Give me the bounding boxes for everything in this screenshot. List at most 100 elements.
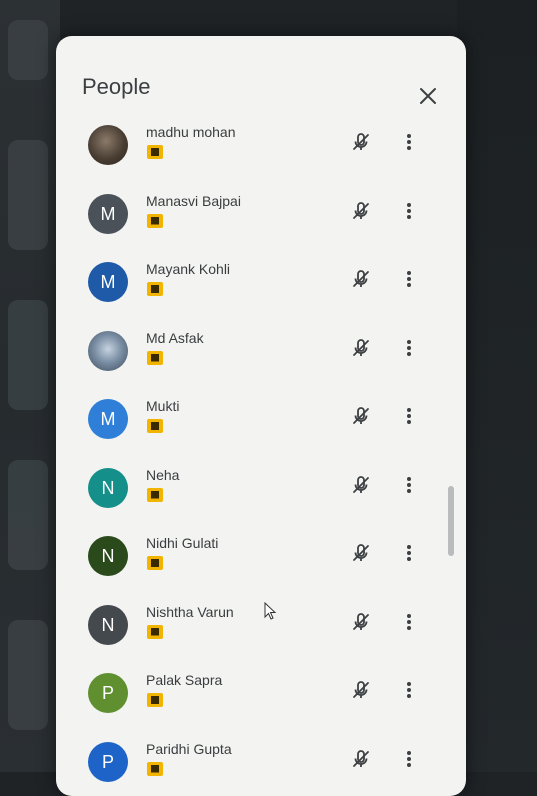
participant-name: Mukti: [146, 398, 179, 414]
presenter-badge-icon: [147, 762, 163, 776]
more-dot: [407, 757, 411, 761]
mic-off-icon: [349, 336, 373, 360]
background-tile: [8, 140, 48, 250]
background-tile: [8, 20, 48, 80]
participant-row[interactable]: N Neha: [56, 455, 448, 524]
mute-toggle-button[interactable]: [349, 473, 373, 497]
more-options-button[interactable]: [402, 130, 416, 154]
more-options-button[interactable]: [402, 678, 416, 702]
people-panel: People madhu mohan M Manasvi Bajpai MMayank…: [56, 36, 466, 796]
more-dot: [407, 346, 411, 350]
more-dot: [407, 614, 411, 618]
mute-toggle-button[interactable]: [349, 541, 373, 565]
avatar: N: [88, 605, 128, 645]
mic-off-icon: [349, 473, 373, 497]
participant-row[interactable]: N Nidhi Gulati: [56, 523, 448, 592]
presenter-badge-icon: [147, 282, 163, 296]
more-dot: [407, 694, 411, 698]
more-options-button[interactable]: [402, 336, 416, 360]
mute-toggle-button[interactable]: [349, 267, 373, 291]
more-dot: [407, 551, 411, 555]
more-dot: [407, 420, 411, 424]
background-left-strip: [0, 0, 60, 772]
participant-list: madhu mohanMManasvi BajpaiMMayank KohliM…: [56, 112, 448, 796]
more-dot: [407, 557, 411, 561]
more-dot: [407, 352, 411, 356]
avatar: M: [88, 262, 128, 302]
mute-toggle-button[interactable]: [349, 747, 373, 771]
background-tile: [8, 460, 48, 570]
mute-toggle-button[interactable]: [349, 199, 373, 223]
close-icon: [416, 84, 440, 108]
mute-toggle-button[interactable]: [349, 404, 373, 428]
avatar: [88, 331, 128, 371]
participant-row[interactable]: madhu mohan: [56, 112, 448, 181]
avatar: P: [88, 673, 128, 713]
more-options-button[interactable]: [402, 610, 416, 634]
more-dot: [407, 688, 411, 692]
scrollbar-thumb[interactable]: [448, 486, 454, 556]
mic-off-icon: [349, 130, 373, 154]
panel-title: People: [82, 74, 151, 100]
more-dot: [407, 146, 411, 150]
participant-name: Md Asfak: [146, 330, 204, 346]
presenter-badge-icon: [147, 214, 163, 228]
mute-toggle-button[interactable]: [349, 130, 373, 154]
participant-row[interactable]: M Manasvi Bajpai: [56, 181, 448, 250]
more-options-button[interactable]: [402, 541, 416, 565]
participant-name: Nidhi Gulati: [146, 535, 218, 551]
participant-name: madhu mohan: [146, 124, 236, 140]
presenter-badge-icon: [147, 351, 163, 365]
more-options-button[interactable]: [402, 473, 416, 497]
presenter-badge-icon: [147, 693, 163, 707]
mic-off-icon: [349, 610, 373, 634]
more-dot: [407, 483, 411, 487]
more-dot: [407, 209, 411, 213]
avatar: [88, 125, 128, 165]
mic-off-icon: [349, 267, 373, 291]
participant-row[interactable]: P Palak Sapra: [56, 660, 448, 729]
mute-toggle-button[interactable]: [349, 610, 373, 634]
mute-toggle-button[interactable]: [349, 678, 373, 702]
more-options-button[interactable]: [402, 404, 416, 428]
more-options-button[interactable]: [402, 199, 416, 223]
mouse-cursor-icon: [264, 602, 278, 620]
mic-off-icon: [349, 541, 373, 565]
participant-row[interactable]: MMayank Kohli: [56, 249, 448, 318]
more-dot: [407, 203, 411, 207]
more-dot: [407, 283, 411, 287]
participant-row[interactable]: M Mukti: [56, 386, 448, 455]
presenter-badge-icon: [147, 556, 163, 570]
presenter-badge-icon: [147, 419, 163, 433]
more-dot: [407, 215, 411, 219]
mute-toggle-button[interactable]: [349, 336, 373, 360]
mic-off-icon: [349, 678, 373, 702]
more-dot: [407, 134, 411, 138]
mic-off-icon: [349, 404, 373, 428]
more-dot: [407, 408, 411, 412]
background-tile: [8, 620, 48, 730]
more-dot: [407, 626, 411, 630]
more-dot: [407, 545, 411, 549]
participant-name: Paridhi Gupta: [146, 741, 232, 757]
participant-name: Manasvi Bajpai: [146, 193, 241, 209]
participant-row[interactable]: Md Asfak: [56, 318, 448, 387]
more-dot: [407, 751, 411, 755]
participant-name: Palak Sapra: [146, 672, 222, 688]
more-dot: [407, 477, 411, 481]
avatar: M: [88, 194, 128, 234]
avatar: N: [88, 468, 128, 508]
avatar: N: [88, 536, 128, 576]
close-button[interactable]: [416, 84, 440, 108]
avatar: M: [88, 399, 128, 439]
background-right-strip: [457, 0, 537, 772]
presenter-badge-icon: [147, 145, 163, 159]
more-options-button[interactable]: [402, 267, 416, 291]
more-dot: [407, 620, 411, 624]
mic-off-icon: [349, 199, 373, 223]
participant-row[interactable]: NNishtha Varun: [56, 592, 448, 661]
more-options-button[interactable]: [402, 747, 416, 771]
participant-name: Neha: [146, 467, 179, 483]
more-dot: [407, 277, 411, 281]
participant-row[interactable]: PParidhi Gupta: [56, 729, 448, 796]
